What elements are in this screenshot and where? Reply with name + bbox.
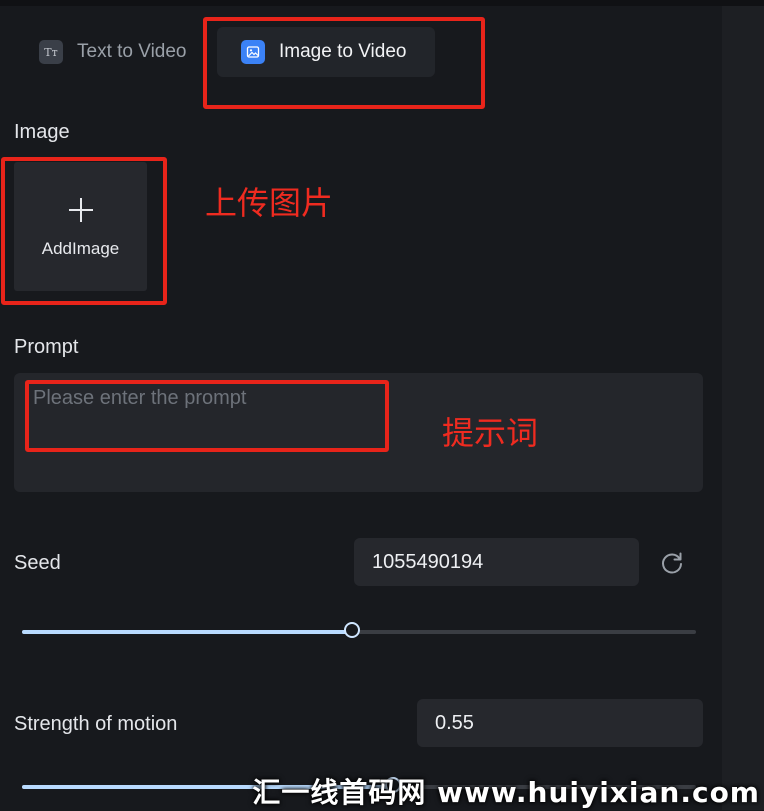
annotation-upload-image: 上传图片 [205, 184, 334, 222]
seed-input[interactable]: 1055490194 [354, 538, 639, 586]
tab-label: Text to Video [77, 41, 187, 62]
seed-value: 1055490194 [372, 550, 484, 573]
watermark: 汇一线首码网 www.huiyixian.com [252, 776, 760, 809]
right-scroll-area [722, 6, 764, 810]
plus-icon [66, 195, 96, 225]
prompt-section-label: Prompt [14, 336, 79, 358]
add-image-button[interactable]: AddImage [14, 162, 147, 291]
seed-label: Seed [14, 552, 61, 574]
tab-label: Image to Video [279, 41, 407, 62]
text-format-icon: Tт [39, 40, 63, 64]
seed-slider[interactable] [22, 622, 696, 638]
refresh-seed-icon[interactable] [659, 550, 685, 576]
add-image-label: AddImage [41, 238, 120, 258]
motion-label: Strength of motion [14, 713, 178, 735]
image-icon [241, 40, 265, 64]
annotation-prompt: 提示词 [442, 414, 539, 452]
tab-image-to-video[interactable]: Image to Video [217, 27, 435, 77]
prompt-input[interactable] [14, 373, 703, 492]
tab-text-to-video[interactable]: Tт Text to Video [26, 27, 187, 77]
seed-slider-fill [22, 630, 353, 634]
image-section-label: Image [14, 121, 70, 143]
motion-value: 0.55 [435, 711, 474, 734]
motion-input[interactable]: 0.55 [417, 699, 703, 747]
